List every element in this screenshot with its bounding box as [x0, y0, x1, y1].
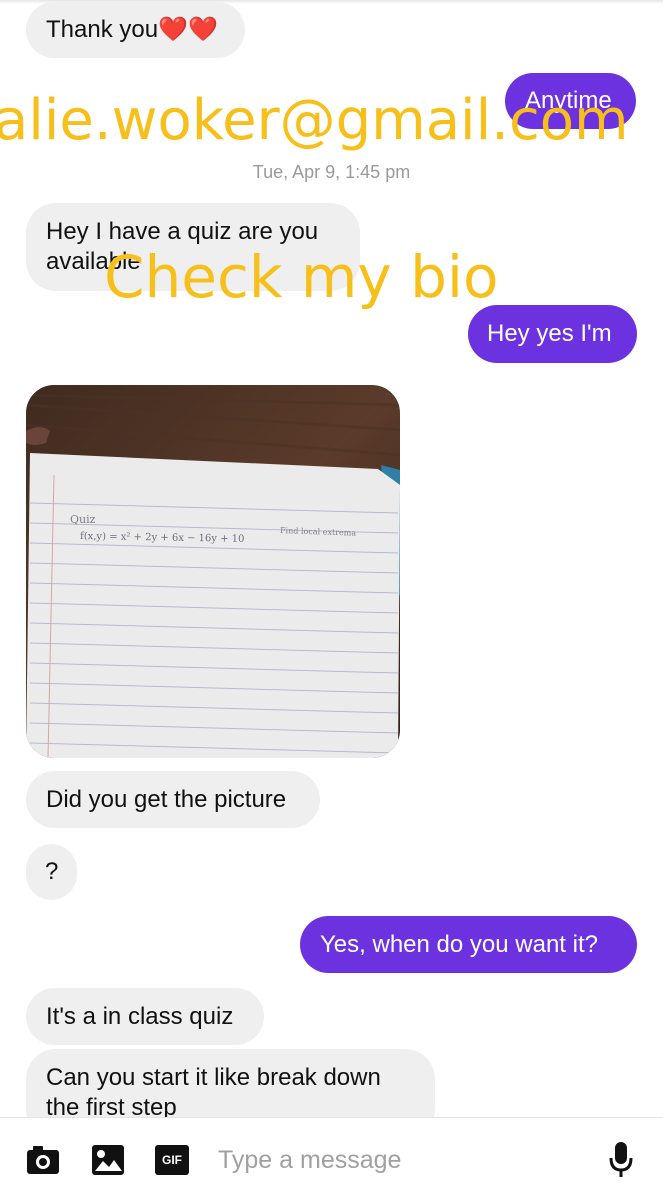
microphone-icon[interactable]: [609, 1142, 633, 1178]
message-bubble-incoming[interactable]: ?: [26, 844, 77, 900]
message-text-line: Hey I have a quiz are you: [46, 218, 319, 245]
message-bubble-incoming[interactable]: Hey I have a quiz are you available: [26, 203, 360, 291]
message-text: Did you get the picture: [46, 786, 287, 813]
timestamp: Tue, Apr 9, 1:45 pm: [252, 162, 411, 182]
message-bubble-outgoing[interactable]: Hey yes I'm: [468, 305, 637, 363]
message-bubble-incoming[interactable]: It's a in class quiz: [26, 988, 264, 1045]
photo-message[interactable]: Quiz f(x,y) = x² + 2y + 6x − 16y + 10 Fi…: [26, 385, 400, 758]
message-bubble-outgoing[interactable]: Yes, when do you want it?: [300, 916, 637, 973]
quiz-photo: Quiz f(x,y) = x² + 2y + 6x − 16y + 10 Fi…: [26, 385, 400, 758]
message-bubble-incoming[interactable]: Thank you❤️❤️: [26, 2, 245, 58]
message-bubble-incoming[interactable]: Did you get the picture: [26, 771, 320, 828]
message-text-line: available: [46, 248, 141, 275]
message-text: Thank you❤️❤️: [46, 16, 218, 43]
message-bubble-outgoing[interactable]: Anytime: [505, 73, 636, 129]
message-text: Yes, when do you want it?: [320, 931, 598, 958]
message-text: ?: [45, 858, 59, 885]
message-text: It's a in class quiz: [46, 1003, 234, 1030]
photo-heading: Quiz: [70, 513, 96, 526]
gif-label: GIF: [162, 1153, 182, 1167]
camera-icon[interactable]: [26, 1145, 60, 1175]
message-text: Hey yes I'm: [487, 320, 612, 347]
gif-icon[interactable]: GIF: [155, 1145, 189, 1175]
image-icon[interactable]: [92, 1145, 124, 1175]
message-input[interactable]: Type a message: [218, 1146, 401, 1175]
message-text: Anytime: [525, 87, 612, 114]
message-text-line: Can you start it like break down: [46, 1064, 381, 1091]
